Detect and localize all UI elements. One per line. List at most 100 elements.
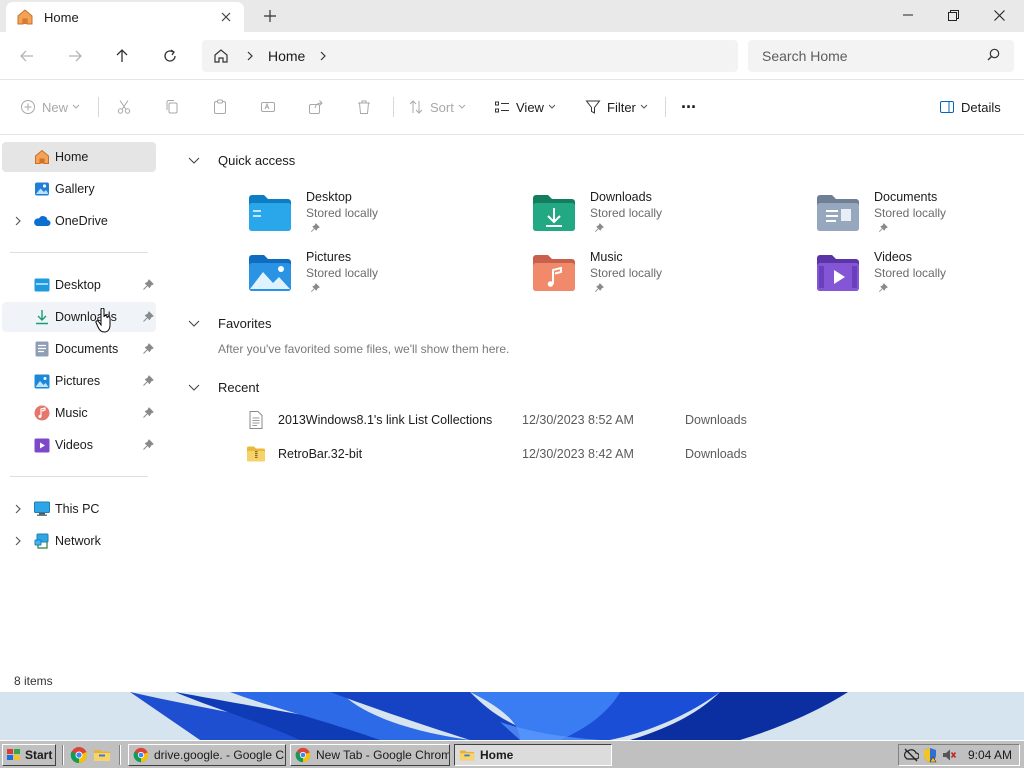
close-tab-icon[interactable] [218,9,234,25]
sidebar-divider [10,476,148,477]
sidebar-item-music[interactable]: Music [2,398,156,428]
breadcrumb-home[interactable]: Home [268,48,305,64]
chevron-down-icon[interactable] [188,381,202,395]
quick-access-status: Stored locally [874,206,947,220]
chrome-icon[interactable] [70,746,88,764]
recent-file-location: Downloads [685,413,747,427]
new-tab-button[interactable] [260,6,280,26]
navigation-pane: Home Gallery OneDrive Desktop Downloads … [0,136,158,670]
paste-button[interactable] [212,96,228,118]
documents-folder-icon [817,195,859,231]
maximize-button[interactable] [930,0,976,30]
zip-folder-icon [247,446,265,462]
back-button[interactable] [15,44,39,68]
sort-button[interactable]: Sort [408,96,466,118]
chevron-right-icon[interactable] [12,535,24,547]
quick-access-item-pictures[interactable]: Pictures Stored locally [248,248,508,304]
up-button[interactable] [110,44,134,68]
pin-icon[interactable] [142,343,154,355]
quick-access-item-downloads[interactable]: Downloads Stored locally [532,188,792,244]
quick-access-name: Videos [874,250,912,264]
pin-icon[interactable] [142,407,154,419]
pin-icon [310,223,320,233]
sidebar-item-videos[interactable]: Videos [2,430,156,460]
documents-folder-icon [33,340,51,358]
quick-access-item-desktop[interactable]: Desktop Stored locally [248,188,508,244]
music-folder-icon [33,404,51,422]
refresh-button[interactable] [158,44,182,68]
share-button[interactable] [308,96,324,118]
pin-icon [594,283,604,293]
recent-file-date: 12/30/2023 8:52 AM [522,413,634,427]
command-bar: New Sort View Filter ··· Details [0,80,1024,135]
sidebar-item-this-pc[interactable]: This PC [2,494,156,524]
new-button[interactable]: New [20,96,80,118]
quick-access-item-music[interactable]: Music Stored locally [532,248,792,304]
quick-access-name: Desktop [306,190,352,204]
chevron-down-icon[interactable] [188,154,202,168]
search-icon[interactable] [987,48,1000,64]
quick-access-item-videos[interactable]: Videos Stored locally [816,248,1024,304]
favorites-title: Favorites [218,316,272,331]
cut-button[interactable] [116,96,132,118]
minimize-button[interactable] [885,0,931,30]
favorites-header[interactable]: Favorites [188,316,271,331]
file-explorer-icon[interactable] [93,746,111,764]
filter-icon [585,100,601,114]
start-button[interactable]: Start [2,744,56,766]
view-button[interactable]: View [494,96,556,118]
this-pc-icon [33,500,51,518]
chevron-right-icon[interactable] [12,215,24,227]
sidebar-item-desktop[interactable]: Desktop [2,270,156,300]
address-bar[interactable]: Home [202,40,738,72]
quick-access-item-documents[interactable]: Documents Stored locally [816,188,1024,244]
sidebar-item-downloads[interactable]: Downloads [2,302,156,332]
home-icon [33,148,51,166]
pin-icon[interactable] [142,279,154,291]
sidebar-item-label: Pictures [55,374,101,388]
taskbar-button-drive[interactable]: drive.google. - Google Chr... [128,744,286,766]
chevron-right-icon[interactable] [12,503,24,515]
sidebar-item-pictures[interactable]: Pictures [2,366,156,396]
taskbar-button-new-tab[interactable]: New Tab - Google Chrome [290,744,450,766]
sidebar-item-label: Desktop [55,278,101,292]
sidebar-item-gallery[interactable]: Gallery [2,174,156,204]
pin-icon[interactable] [142,311,154,323]
close-window-button[interactable] [976,0,1022,30]
address-home-icon[interactable] [212,46,232,66]
quick-access-header[interactable]: Quick access [188,153,295,168]
toolbar-divider [393,97,394,117]
sidebar-item-network[interactable]: Network [2,526,156,556]
rename-button[interactable] [260,96,276,118]
sidebar-item-onedrive[interactable]: OneDrive [2,206,156,236]
chevron-down-icon[interactable] [188,317,202,331]
recent-file-row[interactable]: 2013Windows8.1's link List Collections 1… [244,406,784,434]
forward-button[interactable] [63,44,87,68]
security-shield-icon[interactable] [922,747,938,763]
chevron-right-icon[interactable] [319,51,327,61]
pin-icon[interactable] [142,439,154,451]
sidebar-item-home[interactable]: Home [2,142,156,172]
more-options-button[interactable]: ··· [681,96,697,118]
sidebar-item-documents[interactable]: Documents [2,334,156,364]
pin-icon[interactable] [142,375,154,387]
sort-icon [409,100,423,114]
taskbar-button-home[interactable]: Home [454,744,612,766]
quick-access-name: Music [590,250,623,264]
tab-home[interactable]: Home [6,2,244,32]
sidebar-item-label: Network [55,534,101,548]
chevron-right-icon[interactable] [246,51,254,61]
filter-button[interactable]: Filter [585,96,648,118]
system-tray: 9:04 AM [898,744,1020,766]
recent-header[interactable]: Recent [188,380,259,395]
network-disconnected-icon[interactable] [903,747,919,763]
cut-icon [117,100,131,114]
delete-button[interactable] [356,96,372,118]
speaker-muted-icon[interactable] [941,747,957,763]
recent-file-row[interactable]: RetroBar.32-bit 12/30/2023 8:42 AM Downl… [244,440,784,468]
details-pane-button[interactable]: Details [939,96,1005,118]
copy-button[interactable] [164,96,180,118]
clock[interactable]: 9:04 AM [968,748,1012,762]
search-input[interactable] [762,48,987,64]
taskbar-divider [62,745,64,765]
